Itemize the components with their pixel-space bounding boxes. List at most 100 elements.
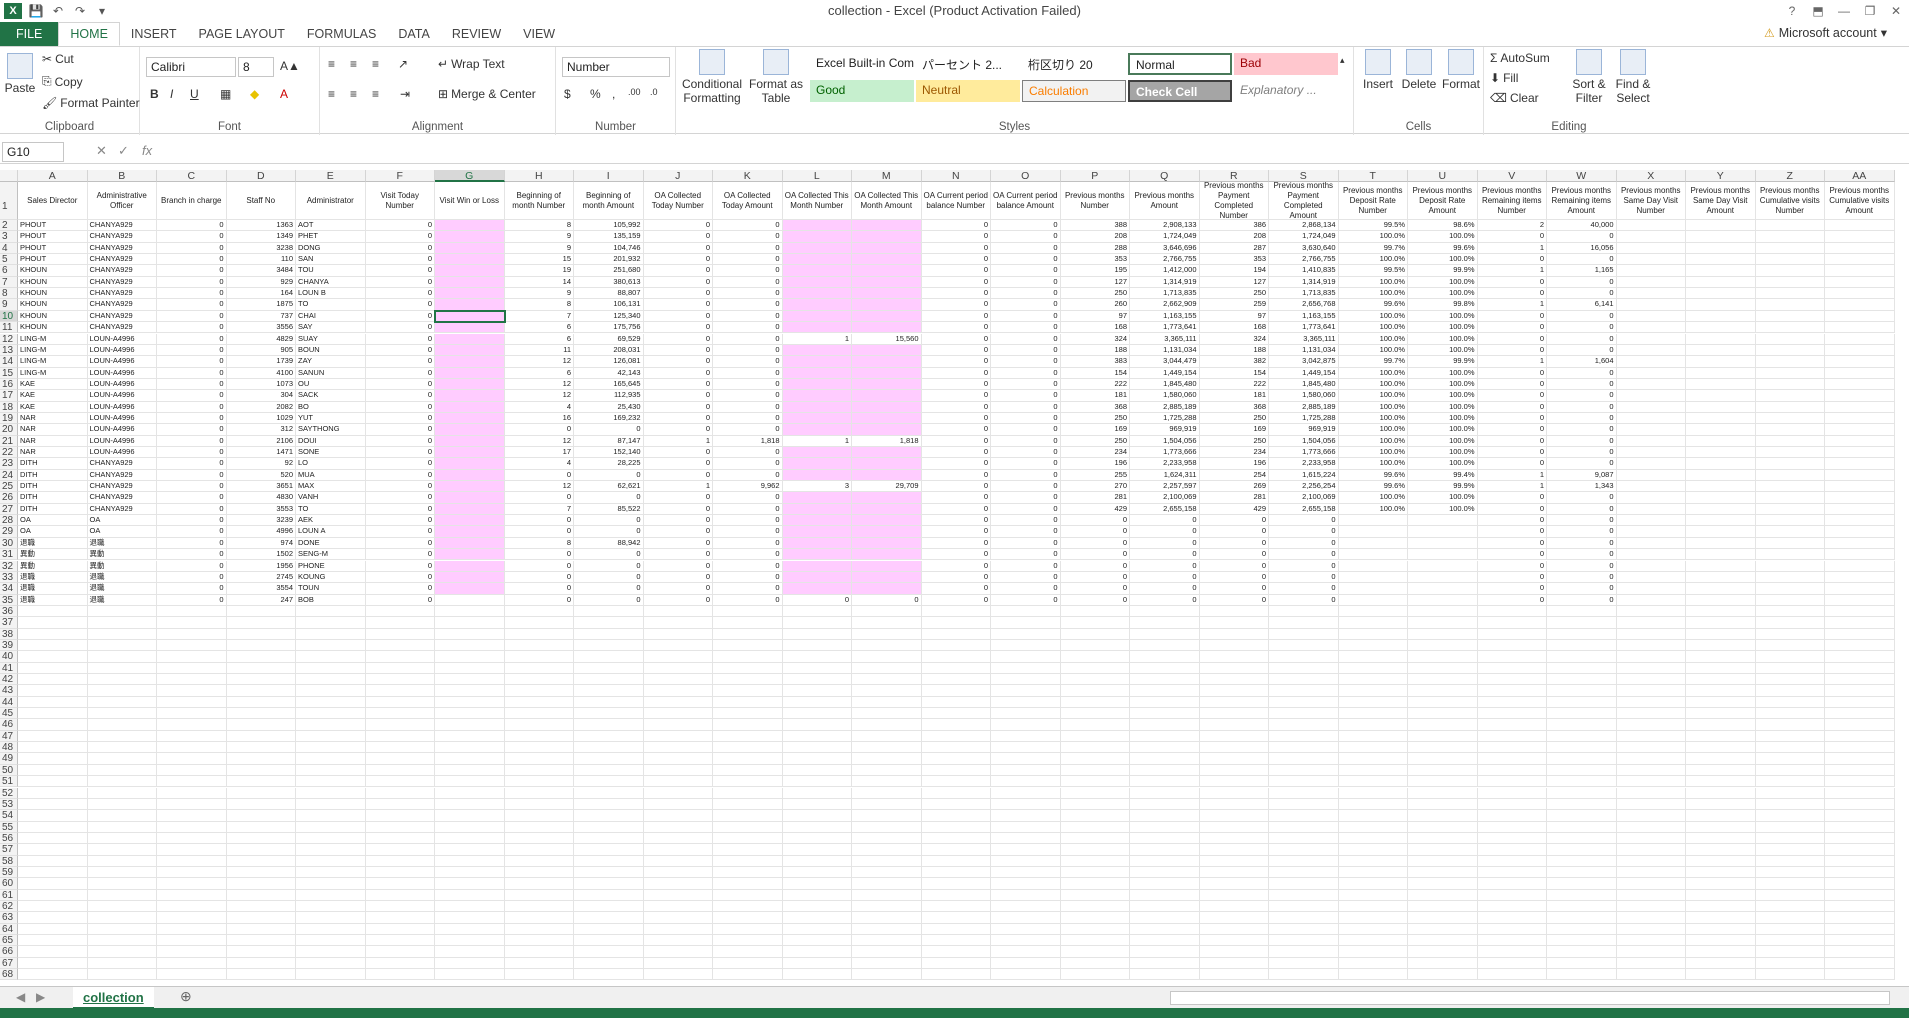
cell[interactable] [921, 855, 991, 867]
cell[interactable] [1755, 901, 1825, 913]
cell[interactable]: 0 [1199, 594, 1269, 606]
cell[interactable] [782, 412, 852, 425]
cell[interactable] [226, 730, 296, 743]
cell[interactable] [296, 685, 366, 697]
cell[interactable] [1825, 356, 1895, 368]
cell[interactable]: 1,449,154 [1130, 367, 1200, 379]
cell[interactable] [18, 776, 88, 788]
cell[interactable] [643, 605, 713, 618]
cell[interactable] [1477, 617, 1547, 629]
cell[interactable] [296, 742, 366, 754]
style-check-cell[interactable]: Check Cell [1128, 80, 1232, 102]
cell[interactable] [921, 719, 991, 731]
cell[interactable]: 168 [1060, 322, 1130, 334]
cell[interactable] [365, 787, 435, 799]
cell[interactable] [1338, 560, 1408, 572]
cell[interactable]: 100.0% [1338, 276, 1408, 289]
cell[interactable]: 0 [921, 594, 991, 606]
cell[interactable] [852, 912, 922, 924]
cell[interactable] [1269, 866, 1339, 879]
cell[interactable] [365, 662, 435, 674]
cell[interactable] [1825, 639, 1895, 652]
cell[interactable] [1199, 742, 1269, 754]
cell[interactable]: 0 [157, 299, 227, 311]
cell[interactable] [1825, 844, 1895, 856]
cell[interactable] [1686, 639, 1756, 652]
cell[interactable] [1686, 333, 1756, 345]
cell[interactable]: 100.0% [1338, 435, 1408, 447]
cell[interactable]: 1,773,641 [1269, 322, 1339, 334]
cell[interactable] [504, 912, 574, 924]
cell[interactable] [852, 424, 922, 436]
italic-button[interactable]: I [170, 87, 173, 101]
cell[interactable] [1616, 639, 1686, 652]
cell[interactable] [1269, 821, 1339, 833]
cell[interactable]: 0 [643, 344, 713, 357]
cell[interactable] [296, 764, 366, 777]
cell[interactable]: 260 [1060, 299, 1130, 311]
cell[interactable]: SAN [296, 254, 366, 266]
cell[interactable] [1130, 708, 1200, 720]
cell[interactable]: 127 [1199, 276, 1269, 289]
cell[interactable] [921, 639, 991, 652]
cell[interactable]: 188 [1199, 344, 1269, 357]
cell[interactable] [435, 969, 505, 981]
cell[interactable] [157, 685, 227, 697]
cell[interactable]: 169 [1199, 424, 1269, 436]
cell[interactable] [157, 866, 227, 879]
style-comma[interactable]: 桁区切り 20 [1022, 53, 1126, 75]
column-header-aa[interactable]: AA [1825, 170, 1895, 182]
cell[interactable] [1616, 594, 1686, 606]
cell[interactable] [435, 412, 505, 425]
cell[interactable] [782, 537, 852, 550]
cell[interactable]: 0 [643, 265, 713, 277]
cell[interactable]: 25,430 [574, 401, 644, 413]
cell[interactable]: PHOUT [18, 220, 88, 232]
cell[interactable]: 3484 [226, 265, 296, 277]
cell[interactable]: BOUN [296, 344, 366, 357]
cell[interactable] [1130, 844, 1200, 856]
cell[interactable]: 0 [1547, 458, 1617, 470]
cell[interactable]: DITH [18, 481, 88, 493]
cell[interactable]: 0 [1547, 560, 1617, 572]
column-header-j[interactable]: J [643, 170, 713, 182]
cell[interactable] [1269, 912, 1339, 924]
cell[interactable] [1686, 810, 1756, 822]
cell[interactable]: 0 [921, 231, 991, 243]
column-header-c[interactable]: C [157, 170, 227, 182]
cell[interactable]: KOUNG [296, 571, 366, 584]
cell[interactable]: 1875 [226, 299, 296, 311]
cell[interactable] [1060, 946, 1130, 958]
cell[interactable] [296, 787, 366, 799]
cell[interactable] [1060, 605, 1130, 618]
cell[interactable] [18, 628, 88, 640]
cell[interactable] [852, 390, 922, 402]
cell[interactable] [574, 685, 644, 697]
cell[interactable] [18, 730, 88, 743]
row-header-19[interactable]: 19 [0, 412, 18, 425]
cell[interactable]: 3239 [226, 515, 296, 527]
cell[interactable]: 92 [226, 458, 296, 470]
cell[interactable]: 324 [1199, 333, 1269, 345]
cell[interactable] [643, 946, 713, 958]
cell[interactable] [226, 832, 296, 845]
row-header-33[interactable]: 33 [0, 571, 18, 584]
cell[interactable] [87, 651, 157, 663]
name-box[interactable]: G10 [2, 142, 64, 162]
cell[interactable] [852, 696, 922, 709]
cell[interactable]: 0 [643, 276, 713, 289]
cell[interactable]: 0 [643, 412, 713, 425]
cell[interactable] [574, 946, 644, 958]
cell[interactable]: 99.9% [1408, 481, 1478, 493]
cell[interactable]: 0 [713, 515, 783, 527]
cell[interactable] [1130, 923, 1200, 936]
cell[interactable]: 0 [643, 447, 713, 459]
cell[interactable]: CHANYA929 [87, 492, 157, 504]
cell[interactable] [365, 674, 435, 686]
cell[interactable]: 99.8% [1408, 299, 1478, 311]
cell[interactable]: 135,159 [574, 231, 644, 243]
cell[interactable] [1755, 742, 1825, 754]
cell[interactable] [1338, 878, 1408, 890]
cell[interactable]: 0 [504, 549, 574, 561]
cell[interactable] [1338, 901, 1408, 913]
